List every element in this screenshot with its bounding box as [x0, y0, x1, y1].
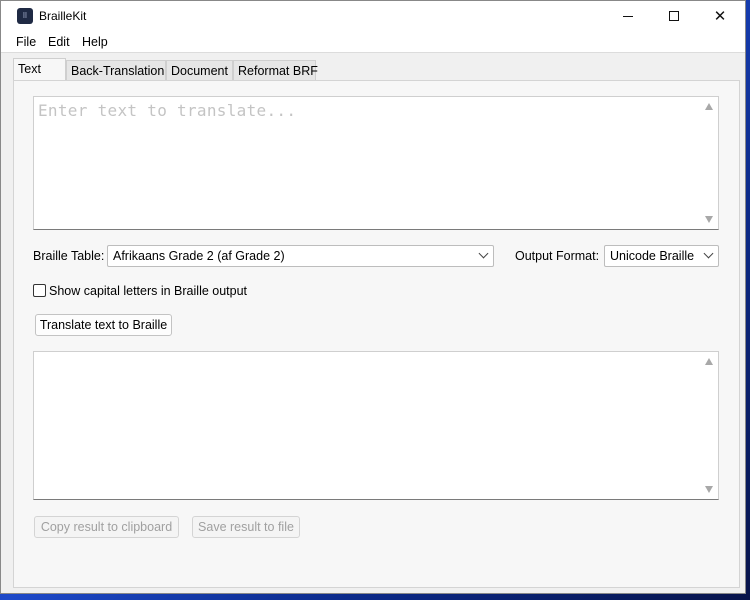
title-bar[interactable]: ⠿ BrailleKit ✕	[1, 1, 745, 31]
app-window: ⠿ BrailleKit ✕ File Edit Help Text Back-…	[0, 0, 746, 594]
scroll-down-icon[interactable]	[705, 216, 713, 223]
scroll-up-icon[interactable]	[705, 358, 713, 365]
output-format-select[interactable]: Unicode Braille	[604, 245, 719, 267]
output-text-area[interactable]	[33, 351, 719, 500]
input-text-area[interactable]: Enter text to translate...	[33, 96, 719, 230]
menu-file[interactable]: File	[16, 35, 36, 49]
input-scrollbar[interactable]	[701, 97, 718, 229]
show-capitals-checkbox[interactable]	[33, 284, 46, 297]
show-capitals-label[interactable]: Show capital letters in Braille output	[49, 284, 247, 298]
chevron-down-icon	[478, 248, 489, 259]
braille-app-icon: ⠿	[17, 8, 33, 24]
translate-button[interactable]: Translate text to Braille	[35, 314, 172, 336]
tab-back-translation[interactable]: Back-Translation	[66, 60, 166, 80]
output-scrollbar[interactable]	[701, 352, 718, 499]
save-result-button[interactable]: Save result to file	[192, 516, 300, 538]
tab-reformat-brf[interactable]: Reformat BRF	[233, 60, 318, 80]
copy-result-button[interactable]: Copy result to clipboard	[34, 516, 179, 538]
tab-text[interactable]: Text	[13, 58, 66, 80]
braille-table-select[interactable]: Afrikaans Grade 2 (af Grade 2)	[107, 245, 494, 267]
minimize-icon	[623, 15, 633, 17]
menu-help[interactable]: Help	[82, 35, 108, 49]
maximize-icon	[669, 11, 679, 21]
maximize-button[interactable]	[651, 1, 697, 31]
menu-edit[interactable]: Edit	[48, 35, 70, 49]
scroll-down-icon[interactable]	[705, 486, 713, 493]
output-format-label: Output Format:	[515, 249, 600, 263]
menu-bar: File Edit Help	[1, 31, 745, 53]
scroll-up-icon[interactable]	[705, 103, 713, 110]
input-placeholder: Enter text to translate...	[38, 101, 297, 120]
close-icon: ✕	[713, 6, 727, 25]
braille-table-label: Braille Table:	[33, 249, 105, 263]
chevron-down-icon	[703, 248, 714, 259]
window-title: BrailleKit	[39, 9, 87, 23]
close-button[interactable]: ✕	[697, 1, 743, 31]
tab-document[interactable]: Document	[166, 60, 233, 80]
minimize-button[interactable]	[605, 1, 651, 31]
braille-table-value: Afrikaans Grade 2 (af Grade 2)	[113, 249, 285, 263]
output-format-value: Unicode Braille	[610, 249, 695, 263]
